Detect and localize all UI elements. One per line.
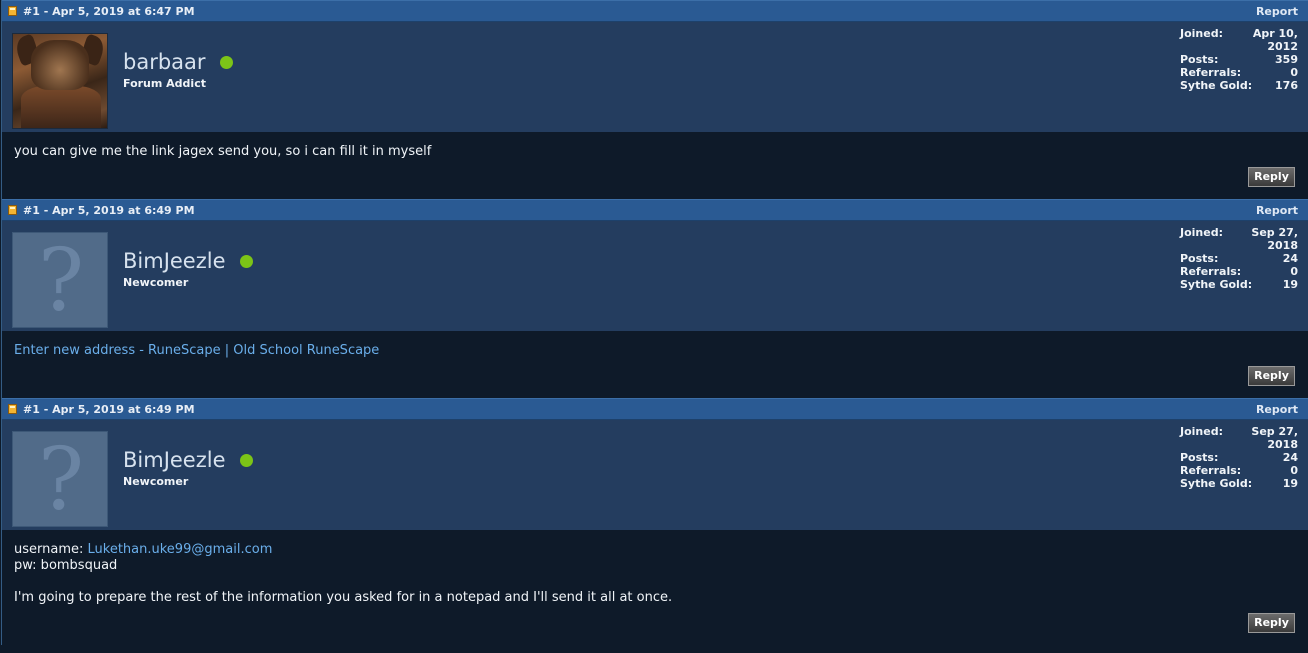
stat-value: 0: [1290, 66, 1298, 79]
stat-posts: Posts: 359: [1180, 53, 1298, 66]
post-1: #1 - Apr 5, 2019 at 6:47 PM Report barba…: [1, 0, 1308, 199]
stat-label: Joined:: [1180, 226, 1223, 239]
question-mark-icon: ?: [37, 430, 85, 530]
post-text-username: username: Lukethan.uke99@gmail.com: [14, 542, 1296, 558]
question-mark-icon: ?: [37, 231, 85, 331]
stat-joined: Joined: Sep 27, 2018: [1180, 226, 1298, 252]
post-header: #1 - Apr 5, 2019 at 6:49 PM Report: [2, 398, 1308, 420]
stat-sythe-gold: Sythe Gold: 19: [1180, 477, 1298, 490]
avatar[interactable]: ?: [12, 231, 108, 331]
stat-label: Sythe Gold:: [1180, 477, 1253, 490]
post-link[interactable]: Enter new address - RuneScape | Old Scho…: [14, 343, 379, 358]
post-text: Enter new address - RuneScape | Old Scho…: [14, 343, 1296, 359]
username-link[interactable]: BimJeezle: [123, 249, 226, 273]
stat-label: Sythe Gold:: [1180, 79, 1253, 92]
post-permalink[interactable]: #1 - Apr 5, 2019 at 6:49 PM: [8, 204, 195, 217]
post-icon: [8, 404, 17, 414]
post-body: Enter new address - RuneScape | Old Scho…: [2, 331, 1308, 398]
stat-value: 359: [1275, 53, 1298, 66]
online-dot-icon: [219, 55, 233, 69]
stat-label: Posts:: [1180, 53, 1219, 66]
email-link[interactable]: Lukethan.uke99@gmail.com: [88, 542, 273, 557]
stat-referrals: Referrals: 0: [1180, 265, 1298, 278]
stat-label: Sythe Gold:: [1180, 278, 1253, 291]
avatar-helm: [31, 40, 89, 90]
post-text-blank: [14, 574, 1296, 590]
stat-referrals: Referrals: 0: [1180, 464, 1298, 477]
user-stats: Joined: Sep 27, 2018 Posts: 24 Referrals: 0…: [1180, 425, 1298, 490]
reply-button[interactable]: Reply: [1248, 613, 1295, 633]
user-panel: barbaar Forum Addict Joined: Apr 10, 2012…: [2, 22, 1308, 132]
stat-value: 176: [1275, 79, 1298, 92]
stat-label: Posts:: [1180, 451, 1219, 464]
stat-label: Referrals:: [1180, 265, 1242, 278]
post-header: #1 - Apr 5, 2019 at 6:49 PM Report: [2, 199, 1308, 221]
username-link[interactable]: BimJeezle: [123, 448, 226, 472]
post-icon: [8, 6, 17, 16]
username-label: username:: [14, 542, 88, 557]
user-panel: ? BimJeezle Newcomer Joined: Sep 27, 2018…: [2, 221, 1308, 331]
avatar[interactable]: [12, 33, 108, 129]
username: barbaar: [123, 50, 233, 74]
username: BimJeezle: [123, 448, 253, 472]
report-link[interactable]: Report: [1256, 403, 1298, 416]
reply-button[interactable]: Reply: [1248, 366, 1295, 386]
user-title: Newcomer: [123, 475, 189, 488]
post-icon: [8, 205, 17, 215]
post-text-pw: pw: bombsquad: [14, 558, 118, 573]
post-permalink[interactable]: #1 - Apr 5, 2019 at 6:47 PM: [8, 5, 195, 18]
stat-posts: Posts: 24: [1180, 451, 1298, 464]
stat-sythe-gold: Sythe Gold: 176: [1180, 79, 1298, 92]
post-text: you can give me the link jagex send you,…: [14, 144, 432, 159]
stat-value: Sep 27, 2018: [1251, 425, 1298, 451]
stat-sythe-gold: Sythe Gold: 19: [1180, 278, 1298, 291]
user-panel: ? BimJeezle Newcomer Joined: Sep 27, 2018…: [2, 420, 1308, 530]
user-stats: Joined: Sep 27, 2018 Posts: 24 Referrals: 0…: [1180, 226, 1298, 291]
post-date[interactable]: #1 - Apr 5, 2019 at 6:49 PM: [23, 204, 195, 217]
stat-label: Joined:: [1180, 27, 1223, 40]
post-date[interactable]: #1 - Apr 5, 2019 at 6:47 PM: [23, 5, 195, 18]
stat-value: 24: [1282, 451, 1298, 464]
stat-value: 24: [1282, 252, 1298, 265]
post-date[interactable]: #1 - Apr 5, 2019 at 6:49 PM: [23, 403, 195, 416]
user-stats: Joined: Apr 10, 2012 Posts: 359 Referrals:…: [1180, 27, 1298, 92]
stat-label: Referrals:: [1180, 464, 1242, 477]
stat-posts: Posts: 24: [1180, 252, 1298, 265]
post-body: username: Lukethan.uke99@gmail.com pw: b…: [2, 530, 1308, 645]
stat-value: 0: [1290, 464, 1298, 477]
post-header: #1 - Apr 5, 2019 at 6:47 PM Report: [2, 0, 1308, 22]
stat-value: 19: [1282, 477, 1298, 490]
online-dot-icon: [239, 453, 253, 467]
post-2: #1 - Apr 5, 2019 at 6:49 PM Report ? Bim…: [1, 199, 1308, 398]
stat-label: Posts:: [1180, 252, 1219, 265]
stat-value: Sep 27, 2018: [1251, 226, 1298, 252]
avatar-body: [21, 86, 101, 128]
reply-button[interactable]: Reply: [1248, 167, 1295, 187]
report-link[interactable]: Report: [1256, 204, 1298, 217]
post-3: #1 - Apr 5, 2019 at 6:49 PM Report ? Bim…: [1, 398, 1308, 645]
stat-value: 19: [1282, 278, 1298, 291]
report-link[interactable]: Report: [1256, 5, 1298, 18]
stat-value: 0: [1290, 265, 1298, 278]
username-link[interactable]: barbaar: [123, 50, 206, 74]
stat-label: Referrals:: [1180, 66, 1242, 79]
user-title: Forum Addict: [123, 77, 206, 90]
post-body: you can give me the link jagex send you,…: [2, 132, 1308, 199]
stat-label: Joined:: [1180, 425, 1223, 438]
post-permalink[interactable]: #1 - Apr 5, 2019 at 6:49 PM: [8, 403, 195, 416]
stat-referrals: Referrals: 0: [1180, 66, 1298, 79]
user-title: Newcomer: [123, 276, 189, 289]
stat-joined: Joined: Sep 27, 2018: [1180, 425, 1298, 451]
stat-joined: Joined: Apr 10, 2012: [1180, 27, 1298, 53]
stat-value: Apr 10, 2012: [1252, 27, 1298, 53]
online-dot-icon: [239, 254, 253, 268]
avatar[interactable]: ?: [12, 430, 108, 530]
post-text-message: I'm going to prepare the rest of the inf…: [14, 590, 673, 605]
username: BimJeezle: [123, 249, 253, 273]
